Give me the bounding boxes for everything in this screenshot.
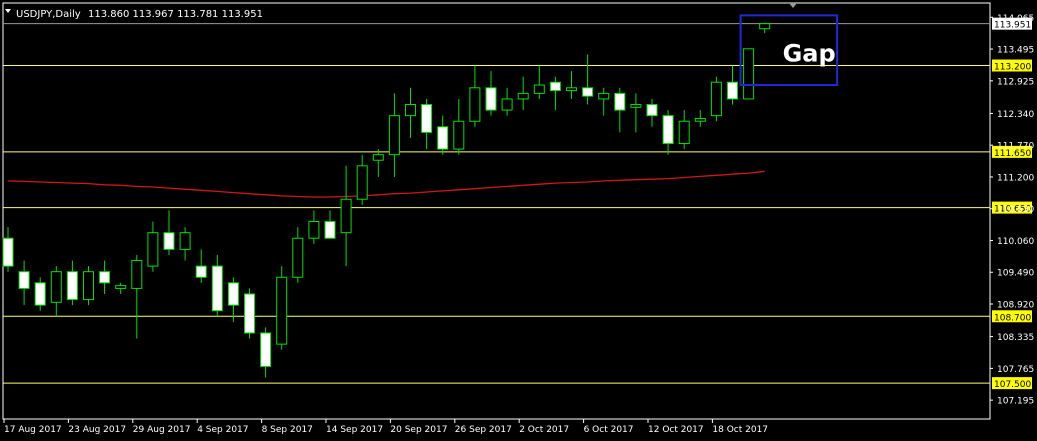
candle-body — [388, 115, 400, 156]
x-tick-label: 26 Sep 2017 — [455, 425, 512, 435]
x-tick-label: 18 Oct 2017 — [712, 425, 768, 435]
x-tick-label: 14 Sep 2017 — [326, 425, 383, 435]
candle-body — [66, 271, 78, 301]
candle-body — [759, 23, 771, 30]
candle-body — [179, 232, 191, 250]
candle-body — [469, 87, 481, 122]
candle-body — [501, 98, 513, 111]
candle-body — [743, 48, 755, 100]
candle-body — [276, 276, 288, 345]
y-tick-label: 107.765 — [997, 365, 1034, 375]
candle-body — [405, 104, 416, 117]
candle-body — [566, 87, 577, 92]
candle-body — [614, 92, 626, 111]
y-tick-label: 112.925 — [997, 77, 1034, 87]
candle-body — [421, 104, 433, 133]
y-tick-label: 110.630 — [997, 205, 1034, 215]
y-tick-label: 111.200 — [997, 173, 1034, 183]
candle-body — [710, 81, 722, 117]
candle-body — [195, 265, 207, 278]
candle-body — [50, 271, 62, 303]
x-tick-label: 4 Sep 2017 — [197, 425, 248, 435]
candle-body — [244, 293, 255, 334]
candle[interactable] — [710, 76, 722, 122]
y-tick-label: 113.495 — [997, 46, 1034, 56]
candle-body — [308, 221, 320, 239]
candle-body — [18, 271, 30, 289]
candle-body — [549, 81, 561, 92]
candle-body — [356, 165, 368, 200]
candle-body — [517, 92, 529, 100]
candle-body — [34, 282, 46, 306]
chart-background — [0, 0, 1037, 441]
candle-body — [437, 126, 449, 150]
candle-body — [533, 84, 545, 94]
candle-body — [646, 104, 658, 117]
x-tick-label: 8 Sep 2017 — [262, 425, 313, 435]
level-label: 108.700 — [994, 313, 1031, 323]
candle-body — [662, 115, 674, 145]
candle-body — [163, 232, 175, 250]
y-tick-label: 110.060 — [997, 237, 1034, 247]
candle[interactable] — [244, 288, 255, 339]
y-tick-label: 112.340 — [997, 110, 1034, 120]
y-tick-label: 111.770 — [997, 142, 1034, 152]
y-tick-label: 108.920 — [997, 301, 1034, 311]
candle-body — [2, 237, 14, 267]
candle-body — [211, 265, 223, 312]
x-tick-label: 20 Sep 2017 — [390, 425, 447, 435]
candle-body — [227, 282, 239, 306]
x-tick-label: 6 Oct 2017 — [584, 425, 634, 435]
y-tick-label: 107.195 — [997, 397, 1034, 407]
x-tick-label: 23 Aug 2017 — [68, 425, 126, 435]
candle-body — [340, 198, 352, 234]
candle[interactable] — [83, 266, 94, 306]
x-tick-label: 29 Aug 2017 — [133, 425, 191, 435]
price-chart[interactable]: 113.200111.650110.650108.700107.500 114.… — [0, 0, 1037, 441]
candle-body — [582, 87, 594, 97]
candle-body — [115, 285, 127, 289]
symbol-timeframe: USDJPY,Daily — [16, 9, 81, 20]
gap-annotation-label: Gap — [783, 39, 836, 67]
candle-body — [99, 271, 111, 284]
candle-body — [260, 332, 272, 367]
candle-body — [453, 120, 465, 150]
candle-body — [131, 260, 143, 289]
x-tick-label: 17 Aug 2017 — [4, 425, 62, 435]
y-tick-label: 109.490 — [997, 269, 1034, 279]
candle-body — [727, 81, 738, 100]
level-label: 107.500 — [994, 380, 1031, 390]
level-label: 113.200 — [994, 63, 1031, 73]
x-tick-label: 2 Oct 2017 — [519, 425, 569, 435]
candle[interactable] — [743, 48, 755, 100]
ohlc-readout: 113.860 113.967 113.781 113.951 — [88, 9, 263, 20]
candle-body — [694, 117, 706, 122]
candle-body — [83, 271, 94, 301]
current-price-label: 113.951 — [994, 21, 1031, 31]
candle-body — [678, 120, 690, 145]
candle-body — [324, 221, 336, 239]
candle[interactable] — [276, 266, 288, 350]
candle-body — [630, 104, 642, 108]
candle-body — [147, 232, 159, 267]
candle-body — [292, 237, 304, 278]
candle-body — [372, 154, 384, 161]
y-tick-label: 108.335 — [997, 333, 1034, 343]
x-tick-label: 12 Oct 2017 — [648, 425, 704, 435]
candle-body — [485, 87, 497, 111]
candle-body — [598, 92, 610, 100]
